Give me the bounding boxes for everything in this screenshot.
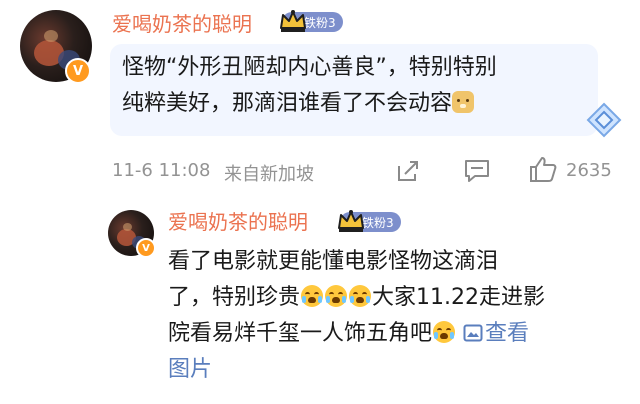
share-icon[interactable] [395, 158, 421, 184]
reply-text-line3: 院看易烊千玺一人饰五角吧 查看 [168, 321, 530, 346]
reply-crown-icon [338, 210, 364, 232]
crying-emoji-icon [325, 285, 348, 307]
diamond-icon [586, 102, 622, 138]
verified-badge-icon: V [65, 58, 91, 84]
reply-text-line2: 了，特别珍贵 大家11.22走进影 [168, 285, 545, 310]
comment-icon[interactable] [463, 158, 491, 184]
reply-text-line4: 图片 [168, 352, 618, 388]
reply-content[interactable]: 看了电影就更能懂电影怪物这滴泪 了，特别珍贵 大家11.22走进影 院看易烊千玺一… [168, 244, 618, 388]
comment-bubble[interactable]: 怪物“外形丑陋却内心善良”，特别特别 纯粹美好，那滴泪谁看了不会动容 [110, 44, 598, 136]
view-image-link[interactable]: 查看 [463, 321, 529, 346]
comment-source: 来自新加坡 [224, 164, 314, 185]
comment-date: 11-6 11:08 [112, 160, 211, 181]
view-image-link-cont[interactable]: 图片 [168, 357, 212, 382]
crying-emoji-icon [301, 285, 324, 307]
reply-fan-badge[interactable]: 铁粉3 [338, 210, 401, 232]
image-icon [463, 324, 483, 342]
comment-text-line1: 怪物“外形丑陋却内心善良”，特别特别 [122, 55, 497, 80]
like-count: 2635 [566, 160, 612, 181]
fan-badge[interactable]: 铁粉3 [280, 10, 343, 32]
doge-emoji-icon [452, 91, 475, 113]
crying-emoji-icon [349, 285, 372, 307]
thumbs-up-icon[interactable] [528, 155, 558, 183]
comment-text-line2: 纯粹美好，那滴泪谁看了不会动容 [122, 86, 586, 122]
reply-text-line1: 看了电影就更能懂电影怪物这滴泪 [168, 249, 499, 274]
reply-verified-badge-icon: V [136, 238, 156, 258]
replier-username[interactable]: 爱喝奶茶的聪明 [168, 210, 308, 234]
commenter-username[interactable]: 爱喝奶茶的聪明 [112, 12, 252, 36]
crying-emoji-icon [433, 321, 456, 343]
crown-icon [280, 10, 306, 32]
